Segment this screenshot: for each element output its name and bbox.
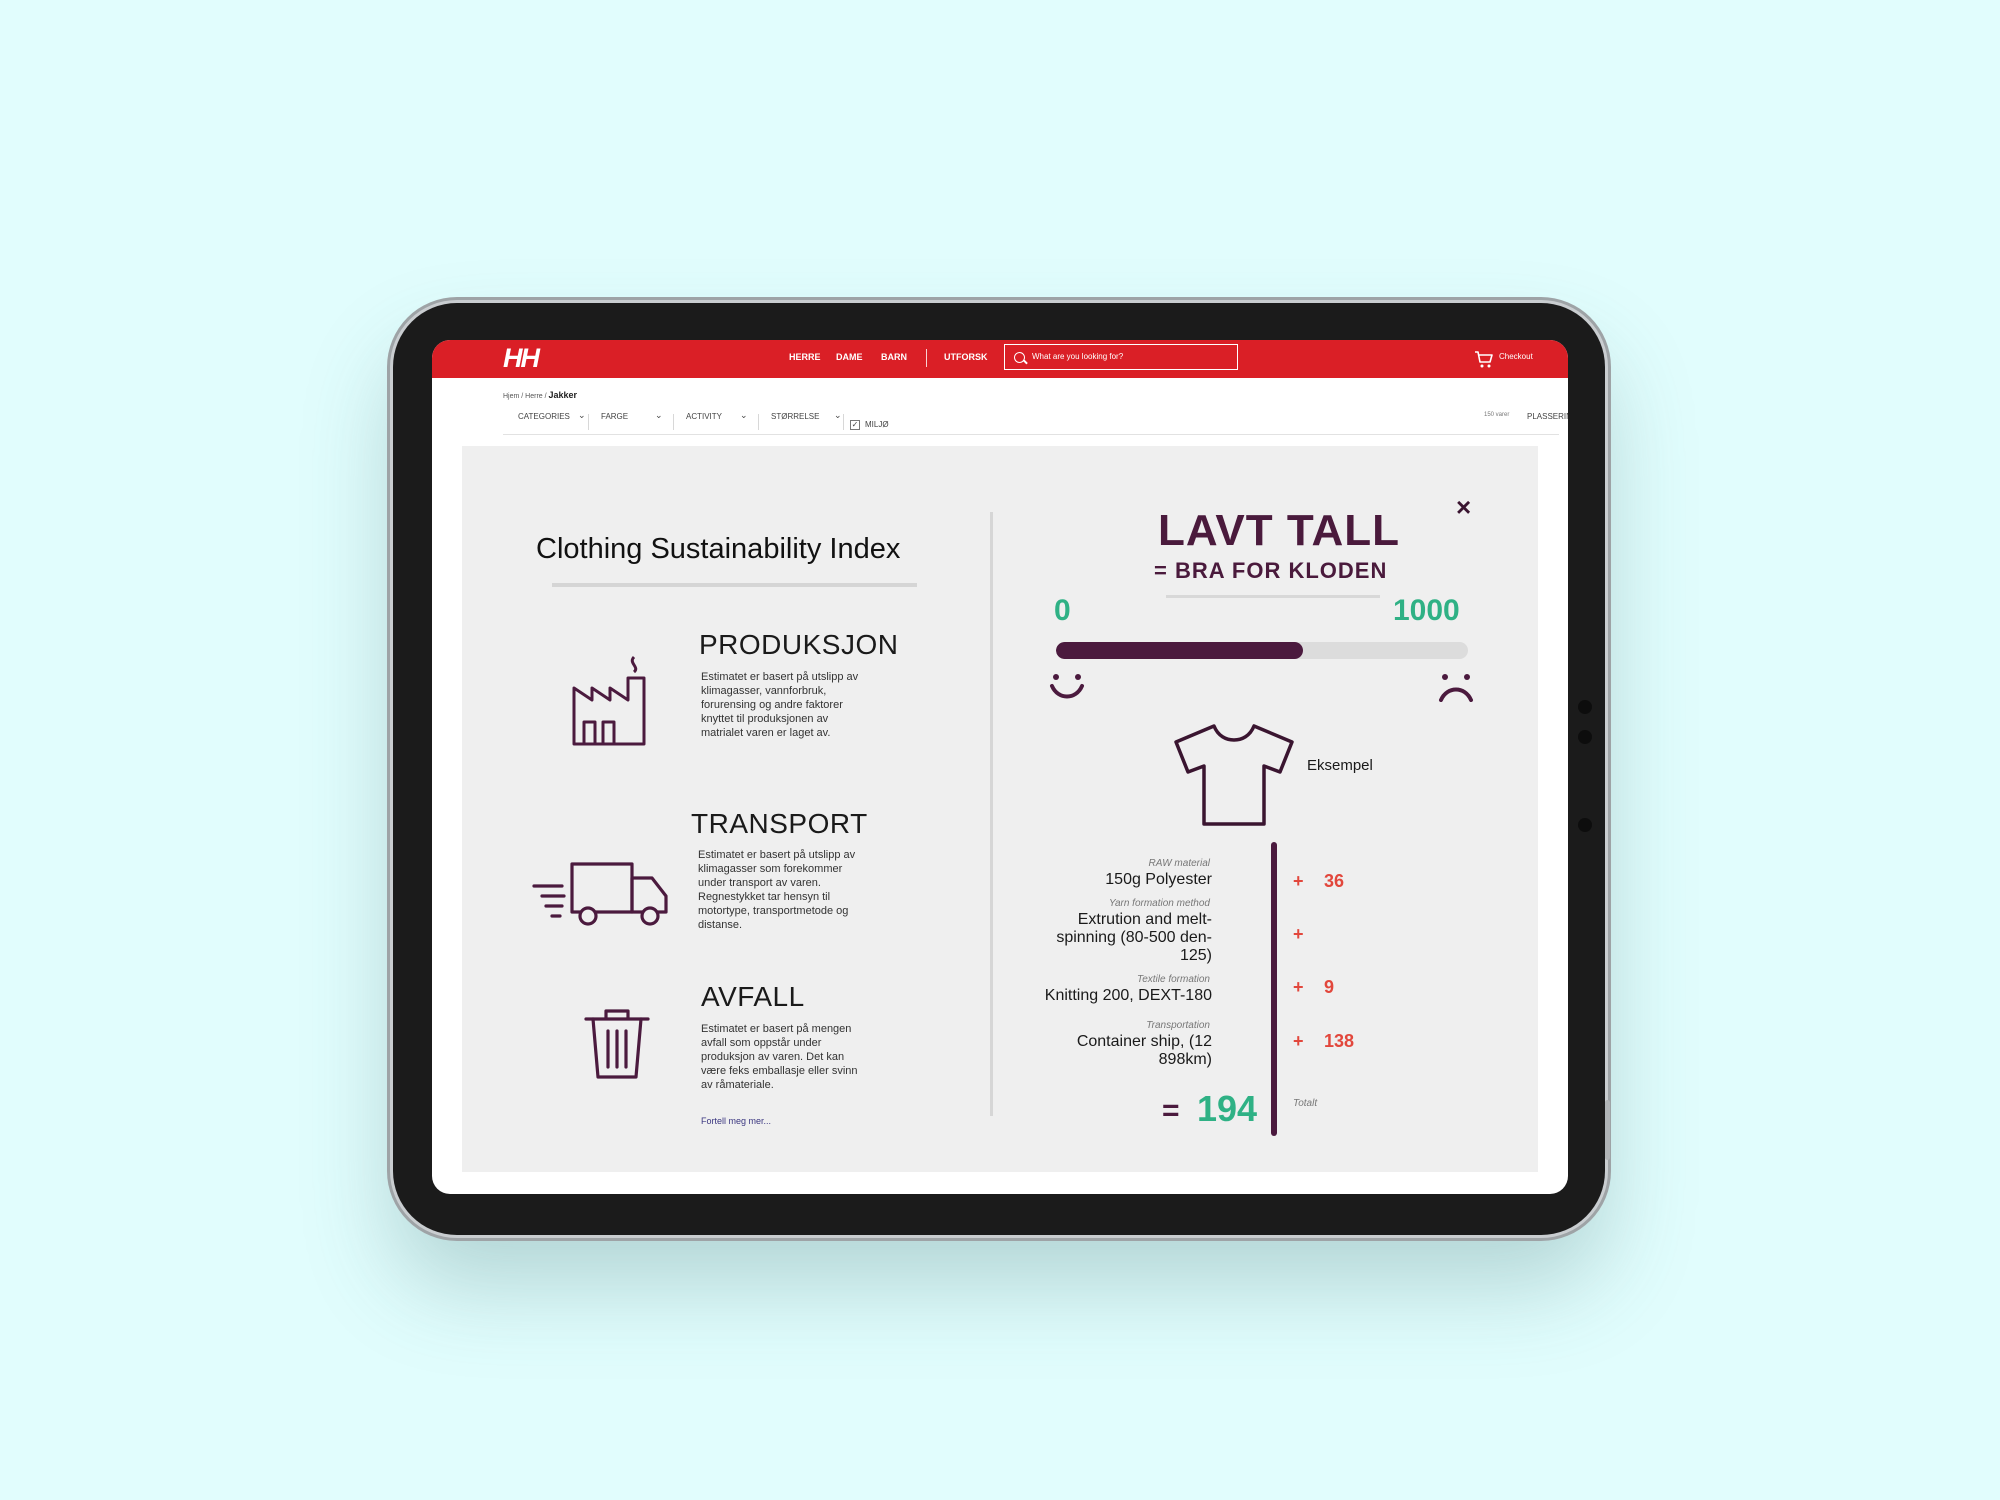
chevron-down-icon: ⌄ (834, 410, 842, 420)
breakdown-label: RAW material (1148, 858, 1211, 869)
plus-sign: + (1293, 871, 1304, 891)
nav-barn[interactable]: BARN (881, 352, 907, 362)
filter-separator (843, 414, 844, 430)
section-text: Estimatet er basert på utslipp av klimag… (698, 849, 856, 931)
breakdown-label: Transportation (1146, 1020, 1210, 1031)
headline: LAVT TALL (1158, 506, 1400, 555)
plus-sign: + (1293, 1031, 1304, 1051)
breakdown-value: Knitting 200, DEXT-180 (1044, 987, 1212, 1004)
checkout-link[interactable]: Checkout (1499, 352, 1533, 361)
tablet-sensor (1578, 818, 1592, 832)
brand-logo[interactable]: HH (503, 343, 540, 374)
section-heading: PRODUKSJON (699, 629, 899, 660)
example-label: Eksempel (1307, 757, 1373, 774)
tablet-sensor (1578, 700, 1592, 714)
sort-dropdown[interactable]: PLASSERING⌄ (1527, 412, 1568, 434)
filter-separator (673, 414, 674, 430)
chevron-down-icon: ⌄ (578, 410, 586, 420)
equals-sign: = (1162, 1094, 1180, 1127)
nav-separator (926, 349, 927, 367)
breakdown-line (1271, 842, 1277, 1136)
result-count: 150 varer (1484, 412, 1510, 418)
breakdown-value: 150g Polyester (1105, 871, 1212, 888)
filter-label: CATEGORIES (518, 412, 570, 421)
filter-storrelse[interactable]: STØRRELSE ⌄ (771, 410, 842, 434)
breakdown-points: 138 (1324, 1031, 1355, 1051)
breakdown-label: Yarn formation method (1109, 898, 1210, 909)
factory-icon (572, 655, 646, 746)
breakdown-points: 9 (1324, 977, 1335, 997)
screen: HH HERRE DAME BARN UTFORSK What are you … (432, 340, 1568, 1194)
filter-separator (588, 414, 589, 430)
filter-farge[interactable]: FARGE ⌄ (601, 410, 663, 434)
nav-utforsk[interactable]: UTFORSK (944, 352, 988, 362)
filter-categories[interactable]: CATEGORIES ⌄ (518, 410, 586, 434)
filter-bar: CATEGORIES ⌄ FARGE ⌄ ACTIVITY ⌄ STØRRELSE ⌄ … (503, 410, 1568, 435)
chevron-down-icon: ⌄ (740, 410, 748, 420)
breakdown-value: Extrution and melt-spinning (80-500 den-… (1056, 911, 1212, 964)
filter-label: ACTIVITY (686, 412, 723, 421)
truck-icon (532, 862, 668, 926)
cart-icon[interactable] (1472, 347, 1496, 371)
breakdown-value: Container ship, (12 898km) (1076, 1033, 1212, 1068)
sad-face-icon (1439, 674, 1473, 702)
miljo-label: MILJØ (865, 420, 889, 429)
breakdown-label: Textile formation (1137, 974, 1210, 985)
sustainability-panel: Clothing Sustainability Index PRODUKSJON… (462, 446, 1538, 1172)
panel-divider (990, 512, 993, 1116)
section-text: Estimatet er basert på mengen avfall som… (701, 1023, 858, 1091)
tablet-sensor (1578, 730, 1592, 744)
section-heading: AVFALL (701, 981, 805, 1012)
filter-activity[interactable]: ACTIVITY ⌄ (686, 410, 748, 434)
filter-label: FARGE (601, 412, 629, 421)
happy-face-icon (1050, 674, 1084, 699)
scale-min: 0 (1054, 594, 1071, 627)
search-placeholder: What are you looking for? (1032, 352, 1124, 361)
total-label: Totalt (1293, 1098, 1318, 1109)
filter-label: STØRRELSE (771, 412, 820, 421)
plus-sign: + (1293, 977, 1304, 997)
sort-label: PLASSERING (1527, 412, 1568, 421)
section-text: Estimatet er basert på utslipp av klimag… (701, 671, 859, 739)
plus-sign: + (1293, 924, 1304, 944)
tshirt-icon (1174, 724, 1294, 826)
headline-underline (1166, 595, 1380, 598)
chevron-down-icon: ⌄ (655, 410, 663, 420)
search-icon (1014, 352, 1025, 363)
score-track (1056, 642, 1468, 659)
scale-max: 1000 (1393, 594, 1460, 627)
close-button[interactable]: × (1456, 492, 1471, 523)
top-navigation: HH HERRE DAME BARN UTFORSK What are you … (432, 340, 1568, 378)
score-fill (1056, 642, 1304, 659)
subheadline: = BRA FOR KLODEN (1154, 558, 1388, 583)
search-input[interactable]: What are you looking for? (1004, 344, 1238, 370)
nav-herre[interactable]: HERRE (789, 352, 821, 362)
breadcrumb-current: Jakker (548, 390, 578, 400)
index-title: Clothing Sustainability Index (536, 533, 901, 565)
nav-dame[interactable]: DAME (836, 352, 863, 362)
section-heading: TRANSPORT (691, 808, 868, 839)
title-underline (552, 583, 917, 587)
trash-bin-icon (584, 1009, 650, 1079)
miljo-checkbox[interactable]: ✓ (850, 420, 860, 430)
breakdown-points: 36 (1324, 871, 1345, 891)
total-score: 194 (1197, 1088, 1258, 1129)
read-more-link[interactable]: Fortell meg mer... (701, 1116, 771, 1126)
breadcrumb: Hjem / Herre / Jakker (503, 390, 577, 400)
filter-separator (758, 414, 759, 430)
tablet-button (1605, 1100, 1610, 1160)
breadcrumb-path[interactable]: Hjem / Herre / (503, 393, 547, 400)
